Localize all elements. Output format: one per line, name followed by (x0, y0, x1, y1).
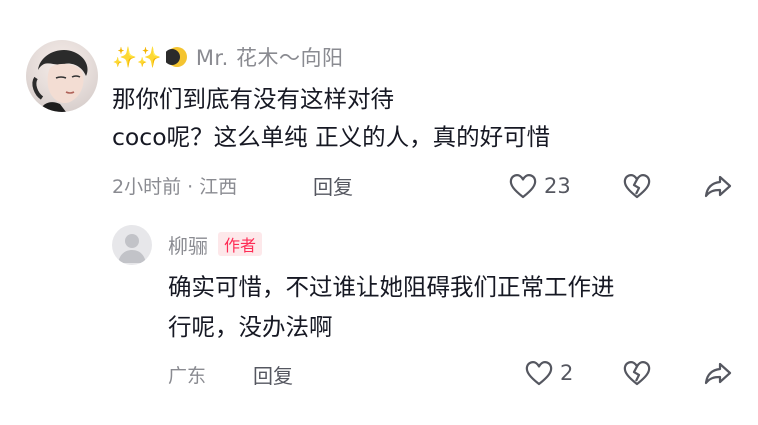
reply-text-line-2: 行呢，没办法啊 (168, 313, 333, 341)
reply-like-count: 2 (560, 361, 574, 385)
share-arrow-icon (704, 175, 732, 198)
broken-heart-icon (623, 174, 651, 199)
reply-share-button[interactable] (703, 358, 733, 388)
like-button[interactable]: 23 (508, 171, 571, 201)
reply-avatar[interactable] (112, 225, 152, 265)
username-text: Mr. 花木～向阳 (195, 46, 344, 70)
reply-reply-button[interactable]: 回复 (253, 359, 293, 389)
reply-username-text: 柳骊 (168, 233, 208, 258)
reply-like-button[interactable]: 2 (524, 358, 573, 388)
author-badge: 作者 (218, 232, 263, 256)
comment-username[interactable]: ✨✨ Mr. 花木～向阳 (112, 42, 344, 72)
reply-text-line-1: 确实可惜，不过谁让她阻碍我们正常工作进 (168, 273, 615, 301)
like-count: 23 (544, 174, 571, 198)
reply-username[interactable]: 柳骊 作者 (168, 229, 263, 259)
comment-text-line-2: coco呢？这么单纯 正义的人，真的好可惜 (112, 123, 551, 151)
avatar-portrait-image (32, 50, 88, 112)
avatar[interactable] (26, 40, 98, 112)
sparkle-icon: ✨✨ (112, 45, 162, 69)
heart-icon (525, 361, 553, 386)
share-arrow-icon (704, 362, 732, 385)
share-button[interactable] (703, 171, 733, 201)
comment-text-line-1: 那你们到底有没有这样对待 (112, 85, 394, 113)
heart-icon (509, 174, 537, 199)
dislike-button[interactable] (622, 171, 652, 201)
default-user-icon (118, 234, 146, 263)
moon-icon (165, 47, 187, 67)
comment-meta: 2小时前 · 江西 (112, 175, 238, 198)
reply-meta: 广东 (168, 364, 207, 387)
broken-heart-icon (623, 361, 651, 386)
reply-dislike-button[interactable] (622, 358, 652, 388)
reply-button[interactable]: 回复 (313, 170, 353, 200)
